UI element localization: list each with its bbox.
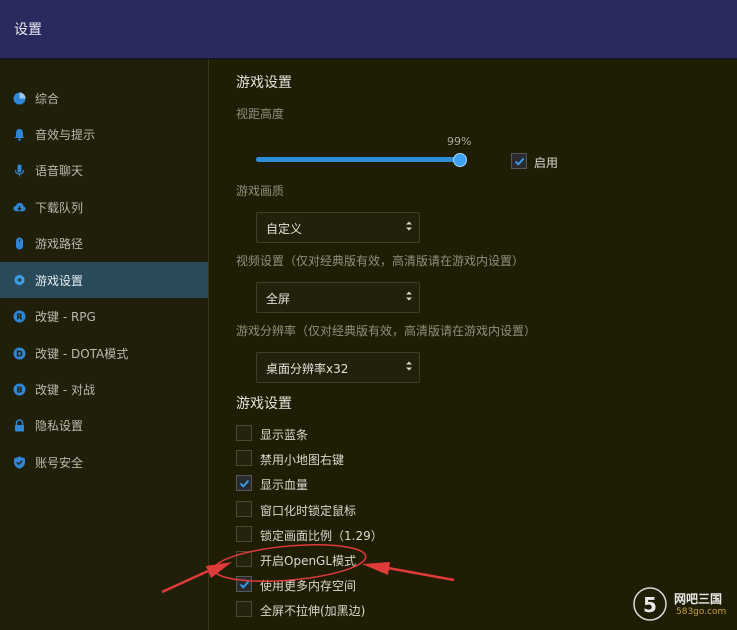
option-label: 开启OpenGL模式: [260, 554, 357, 568]
sidebar-item-voice[interactable]: 语音聊天: [0, 152, 208, 188]
option-label: 显示蓝条: [260, 428, 309, 442]
slider-thumb[interactable]: [452, 153, 467, 167]
view-height-label: 视距高度: [236, 107, 285, 121]
quality-select-value: 自定义: [266, 222, 303, 236]
pie-chart-icon: [13, 92, 26, 105]
cloud-download-icon: [13, 201, 26, 214]
sidebar-item-label: 改键 - RPG: [35, 309, 96, 324]
sidebar-item-label: 下载队列: [35, 200, 84, 215]
option-label: 使用更多内存空间: [260, 579, 357, 593]
r-circle-icon: R: [13, 310, 26, 323]
option-label: 禁用小地图右键: [260, 453, 345, 467]
sidebar-item-label: 隐私设置: [35, 418, 84, 433]
sidebar-item-label: 账号安全: [35, 455, 84, 470]
option-label: 窗口化时锁定鼠标: [260, 504, 357, 518]
sidebar-item-label: 综合: [35, 91, 60, 106]
gear-icon: [13, 274, 26, 287]
sidebar-item-sound[interactable]: 音效与提示: [0, 116, 208, 152]
sidebar: 综合 音效与提示 语音聊天 下载队列 游戏路径 游戏设置 R 改键 - RPG: [0, 59, 209, 630]
quality-label: 游戏画质: [236, 184, 285, 198]
sidebar-item-game-settings[interactable]: 游戏设置: [0, 262, 208, 298]
option-label: 显示血量: [260, 478, 309, 492]
resolution-select-value: 桌面分辨率x32: [266, 362, 349, 376]
sidebar-item-label: 音效与提示: [35, 127, 96, 142]
section-title: 游戏设置: [236, 75, 292, 91]
slider-fill: [256, 157, 460, 162]
check-icon: [239, 580, 249, 589]
sidebar-item-label: 游戏路径: [35, 236, 84, 251]
watermark-url: 583go.com: [676, 607, 727, 617]
sidebar-item-keymap-battle[interactable]: B 改键 - 对战: [0, 371, 208, 407]
sidebar-item-account-security[interactable]: 账号安全: [0, 444, 208, 480]
sidebar-item-general[interactable]: 综合: [0, 80, 208, 116]
option-checkbox[interactable]: [236, 475, 252, 491]
section-title: 游戏设置: [236, 396, 292, 412]
option-checkbox[interactable]: [236, 425, 252, 441]
option-checkbox[interactable]: [236, 501, 252, 517]
view-height-enable-label: 启用: [534, 156, 559, 170]
view-height-slider[interactable]: [256, 157, 462, 162]
option-label: 锁定画面比例（1.29）: [260, 529, 383, 543]
select-arrows-icon: [406, 361, 412, 371]
option-checkbox[interactable]: [236, 551, 252, 567]
sidebar-item-label: 改键 - 对战: [35, 382, 95, 397]
sidebar-item-keymap-rpg[interactable]: R 改键 - RPG: [0, 298, 208, 334]
resolution-label: 游戏分辨率（仅对经典版有效，高清版请在游戏内设置）: [236, 324, 537, 338]
shield-icon: [13, 456, 26, 469]
view-height-enable-checkbox[interactable]: [511, 153, 527, 169]
svg-text:B: B: [16, 385, 22, 394]
option-label: 全屏不拉伸(加黑边): [260, 604, 366, 618]
sidebar-item-downloads[interactable]: 下载队列: [0, 189, 208, 225]
bell-icon: [13, 128, 26, 141]
b-circle-icon: B: [13, 383, 26, 396]
view-height-value: 99%: [447, 135, 472, 148]
check-icon: [514, 157, 524, 166]
check-icon: [239, 479, 249, 488]
svg-text:R: R: [16, 312, 22, 321]
select-arrows-icon: [406, 291, 412, 301]
select-arrows-icon: [406, 221, 412, 231]
video-select-value: 全屏: [266, 292, 291, 306]
option-checkbox[interactable]: [236, 450, 252, 466]
mouse-icon: [13, 237, 26, 250]
watermark-text: 网吧三国: [674, 592, 723, 606]
sidebar-item-privacy[interactable]: 隐私设置: [0, 407, 208, 443]
sidebar-item-label: 游戏设置: [35, 273, 84, 288]
sidebar-item-keymap-dota[interactable]: D 改键 - DOTA模式: [0, 335, 208, 371]
sidebar-item-label: 改键 - DOTA模式: [35, 346, 129, 361]
sidebar-item-label: 语音聊天: [35, 163, 84, 178]
settings-panel: 游戏设置 视距高度 99% 启用 游戏画质 自定义 视频设置（仅对经典版有效，高…: [209, 59, 737, 630]
option-checkbox[interactable]: [236, 526, 252, 542]
microphone-icon: [13, 164, 26, 177]
sidebar-item-game-path[interactable]: 游戏路径: [0, 225, 208, 261]
option-checkbox[interactable]: [236, 576, 252, 592]
quality-select[interactable]: 自定义: [256, 212, 420, 243]
svg-text:D: D: [16, 349, 23, 358]
resolution-select[interactable]: 桌面分辨率x32: [256, 352, 420, 383]
title-bar: 设置: [0, 0, 737, 59]
video-label: 视频设置（仅对经典版有效，高清版请在游戏内设置）: [236, 254, 525, 268]
window-title: 设置: [14, 22, 42, 38]
video-select[interactable]: 全屏: [256, 282, 420, 313]
lock-icon: [13, 418, 26, 432]
d-circle-icon: D: [13, 347, 26, 360]
option-checkbox[interactable]: [236, 601, 252, 617]
